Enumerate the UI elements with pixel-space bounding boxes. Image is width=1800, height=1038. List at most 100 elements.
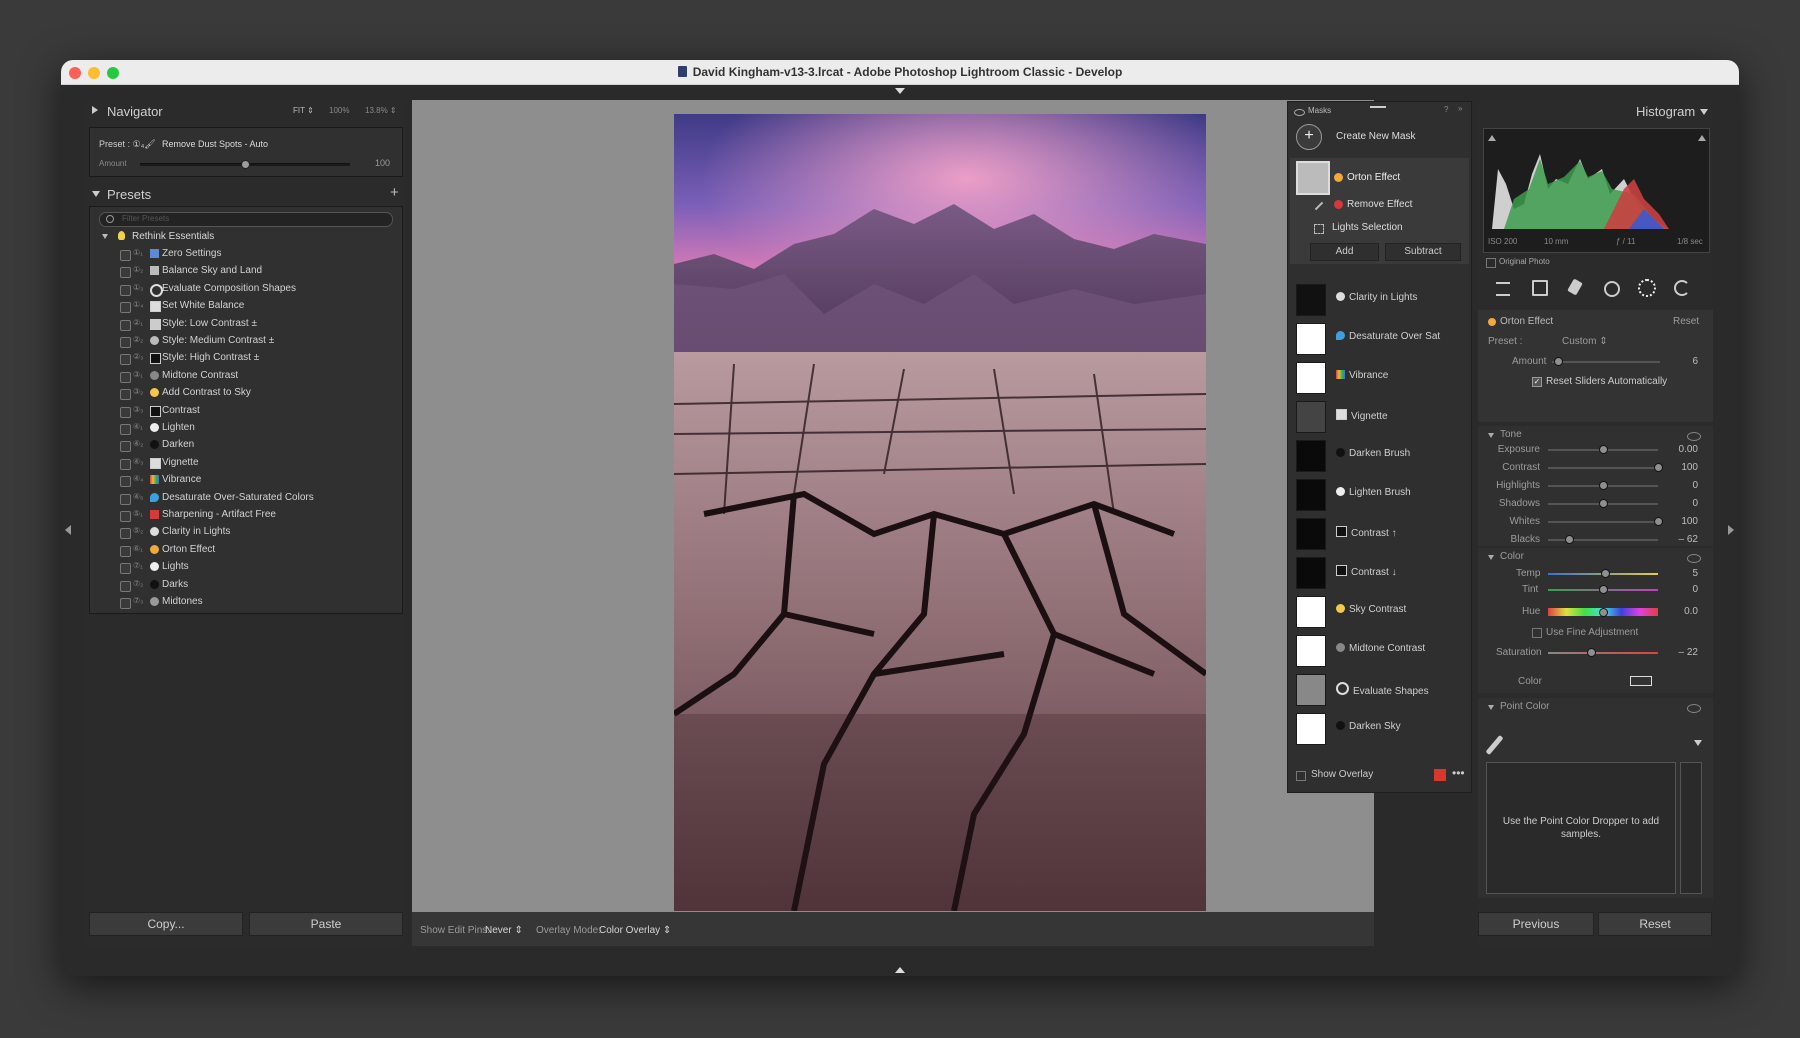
mask-add-button[interactable]: Add: [1310, 243, 1379, 261]
histogram-collapse-icon[interactable]: [1700, 109, 1708, 115]
reset-button[interactable]: Reset: [1598, 912, 1712, 936]
preset-checkbox[interactable]: [120, 319, 131, 331]
preset-filter-field[interactable]: Filter Presets: [99, 212, 393, 227]
bottom-panel-toggle-icon[interactable]: [895, 967, 905, 973]
overlay-mode-select[interactable]: Color Overlay ⇕: [599, 925, 671, 936]
masks-help-icon[interactable]: ?: [1444, 105, 1448, 114]
tone-slider-thumb[interactable]: [1599, 499, 1608, 508]
color-collapse-icon[interactable]: [1488, 555, 1494, 560]
more-options-icon[interactable]: •••: [1452, 766, 1465, 780]
create-mask-button[interactable]: +: [1296, 124, 1322, 150]
mask-item[interactable]: Contrast ↓: [1288, 553, 1471, 591]
histogram-box[interactable]: ISO 200 10 mm ƒ / 11 1/8 sec: [1483, 128, 1710, 253]
fine-adjust-label[interactable]: Use Fine Adjustment: [1546, 627, 1638, 638]
mask-thumbnail[interactable]: [1296, 713, 1326, 745]
preset-checkbox[interactable]: [120, 389, 131, 401]
preset-checkbox[interactable]: [120, 371, 131, 383]
previous-button[interactable]: Previous: [1478, 912, 1594, 936]
hue-slider[interactable]: [1548, 608, 1658, 617]
preset-checkbox[interactable]: [120, 563, 131, 575]
preset-checkbox[interactable]: [120, 528, 131, 540]
saturation-slider[interactable]: [1548, 648, 1658, 657]
preset-group-label[interactable]: Rethink Essentials: [132, 231, 214, 242]
tone-collapse-icon[interactable]: [1488, 433, 1494, 438]
crop-icon[interactable]: [1532, 280, 1548, 296]
mask-thumbnail[interactable]: [1296, 557, 1326, 589]
edit-sliders-icon[interactable]: [1496, 282, 1510, 296]
masking-icon[interactable]: [1638, 279, 1656, 297]
healing-icon[interactable]: [1567, 278, 1583, 296]
temp-slider[interactable]: [1548, 569, 1658, 578]
tone-slider-thumb[interactable]: [1599, 481, 1608, 490]
presets-icon[interactable]: [1674, 280, 1690, 296]
tone-slider-thumb[interactable]: [1654, 517, 1663, 526]
tone-slider[interactable]: [1548, 445, 1658, 454]
tone-slider-thumb[interactable]: [1654, 463, 1663, 472]
preset-checkbox[interactable]: [120, 545, 131, 557]
navigator-zoom-100[interactable]: 100%: [329, 106, 349, 115]
mask-item[interactable]: Vignette: [1288, 397, 1471, 435]
active-mask-label[interactable]: Orton Effect: [1347, 172, 1400, 183]
tone-slider-thumb[interactable]: [1564, 535, 1574, 544]
mask-component-remove[interactable]: Remove Effect: [1347, 199, 1412, 210]
mask-item[interactable]: Desaturate Over Sat: [1288, 319, 1471, 357]
mask-thumbnail[interactable]: [1296, 635, 1326, 667]
presets-header[interactable]: Presets +: [85, 183, 405, 205]
original-photo-label[interactable]: Original Photo: [1499, 257, 1550, 266]
mask-preset-select[interactable]: Custom ⇕: [1562, 336, 1608, 347]
mask-item[interactable]: Midtone Contrast: [1288, 631, 1471, 669]
tone-slider[interactable]: [1548, 499, 1658, 508]
tone-slider[interactable]: [1548, 517, 1663, 526]
preset-group-collapse-icon[interactable]: [102, 234, 108, 239]
top-panel-toggle-icon[interactable]: [895, 88, 905, 94]
copy-button[interactable]: Copy...: [89, 912, 243, 936]
mask-item[interactable]: Evaluate Shapes: [1288, 670, 1471, 708]
mask-thumbnail[interactable]: [1296, 674, 1326, 706]
navigator-header[interactable]: Navigator FIT ⇕ 100% 13.8% ⇕: [85, 100, 405, 122]
mask-amount-slider[interactable]: [1552, 357, 1660, 366]
tint-slider[interactable]: [1548, 585, 1658, 594]
point-color-collapse-icon[interactable]: [1488, 705, 1494, 710]
preset-checkbox[interactable]: [120, 267, 131, 279]
left-panel-toggle-icon[interactable]: [65, 525, 71, 535]
quick-preset-amount-thumb[interactable]: [241, 160, 250, 169]
mask-item[interactable]: Lighten Brush: [1288, 475, 1471, 513]
tone-visibility-icon[interactable]: [1687, 432, 1701, 441]
reset-auto-label[interactable]: Reset Sliders Automatically: [1546, 376, 1667, 387]
navigator-zoom-custom[interactable]: 13.8% ⇕: [365, 106, 397, 115]
mask-thumbnail[interactable]: [1296, 518, 1326, 550]
point-color-menu-icon[interactable]: [1694, 740, 1702, 746]
mask-reset-button[interactable]: Reset: [1673, 316, 1699, 327]
tone-slider[interactable]: [1548, 463, 1663, 472]
preset-checkbox[interactable]: [120, 354, 131, 366]
preset-checkbox[interactable]: [120, 458, 131, 470]
mask-item[interactable]: Darken Sky: [1288, 709, 1471, 747]
navigator-collapse-icon[interactable]: [92, 106, 98, 114]
create-mask-label[interactable]: Create New Mask: [1336, 131, 1415, 142]
quick-preset-amount-slider[interactable]: [140, 160, 350, 169]
mask-thumbnail[interactable]: [1296, 479, 1326, 511]
preset-checkbox[interactable]: [120, 250, 131, 261]
preset-checkbox[interactable]: [120, 493, 131, 505]
quick-preset-value[interactable]: Remove Dust Spots - Auto: [162, 139, 268, 149]
preset-checkbox[interactable]: [120, 424, 131, 435]
active-mask-thumb[interactable]: [1296, 161, 1330, 195]
mask-thumbnail[interactable]: [1296, 362, 1326, 394]
saturation-thumb[interactable]: [1586, 648, 1596, 657]
hue-thumb[interactable]: [1599, 608, 1608, 617]
mask-item[interactable]: Sky Contrast: [1288, 592, 1471, 630]
mask-item[interactable]: Darken Brush: [1288, 436, 1471, 474]
preset-checkbox[interactable]: [120, 406, 131, 418]
preset-checkbox[interactable]: [120, 511, 131, 522]
preset-checkbox[interactable]: [120, 302, 131, 314]
point-color-visibility-icon[interactable]: [1687, 704, 1701, 713]
right-panel-toggle-icon[interactable]: [1728, 525, 1734, 535]
red-eye-icon[interactable]: [1604, 281, 1620, 297]
add-preset-button[interactable]: +: [390, 184, 399, 201]
preset-checkbox[interactable]: [120, 284, 131, 296]
preset-checkbox[interactable]: [120, 337, 131, 348]
mask-thumbnail[interactable]: [1296, 323, 1326, 355]
tone-slider[interactable]: [1548, 535, 1658, 544]
tone-slider-thumb[interactable]: [1599, 445, 1608, 454]
paste-button[interactable]: Paste: [249, 912, 403, 936]
